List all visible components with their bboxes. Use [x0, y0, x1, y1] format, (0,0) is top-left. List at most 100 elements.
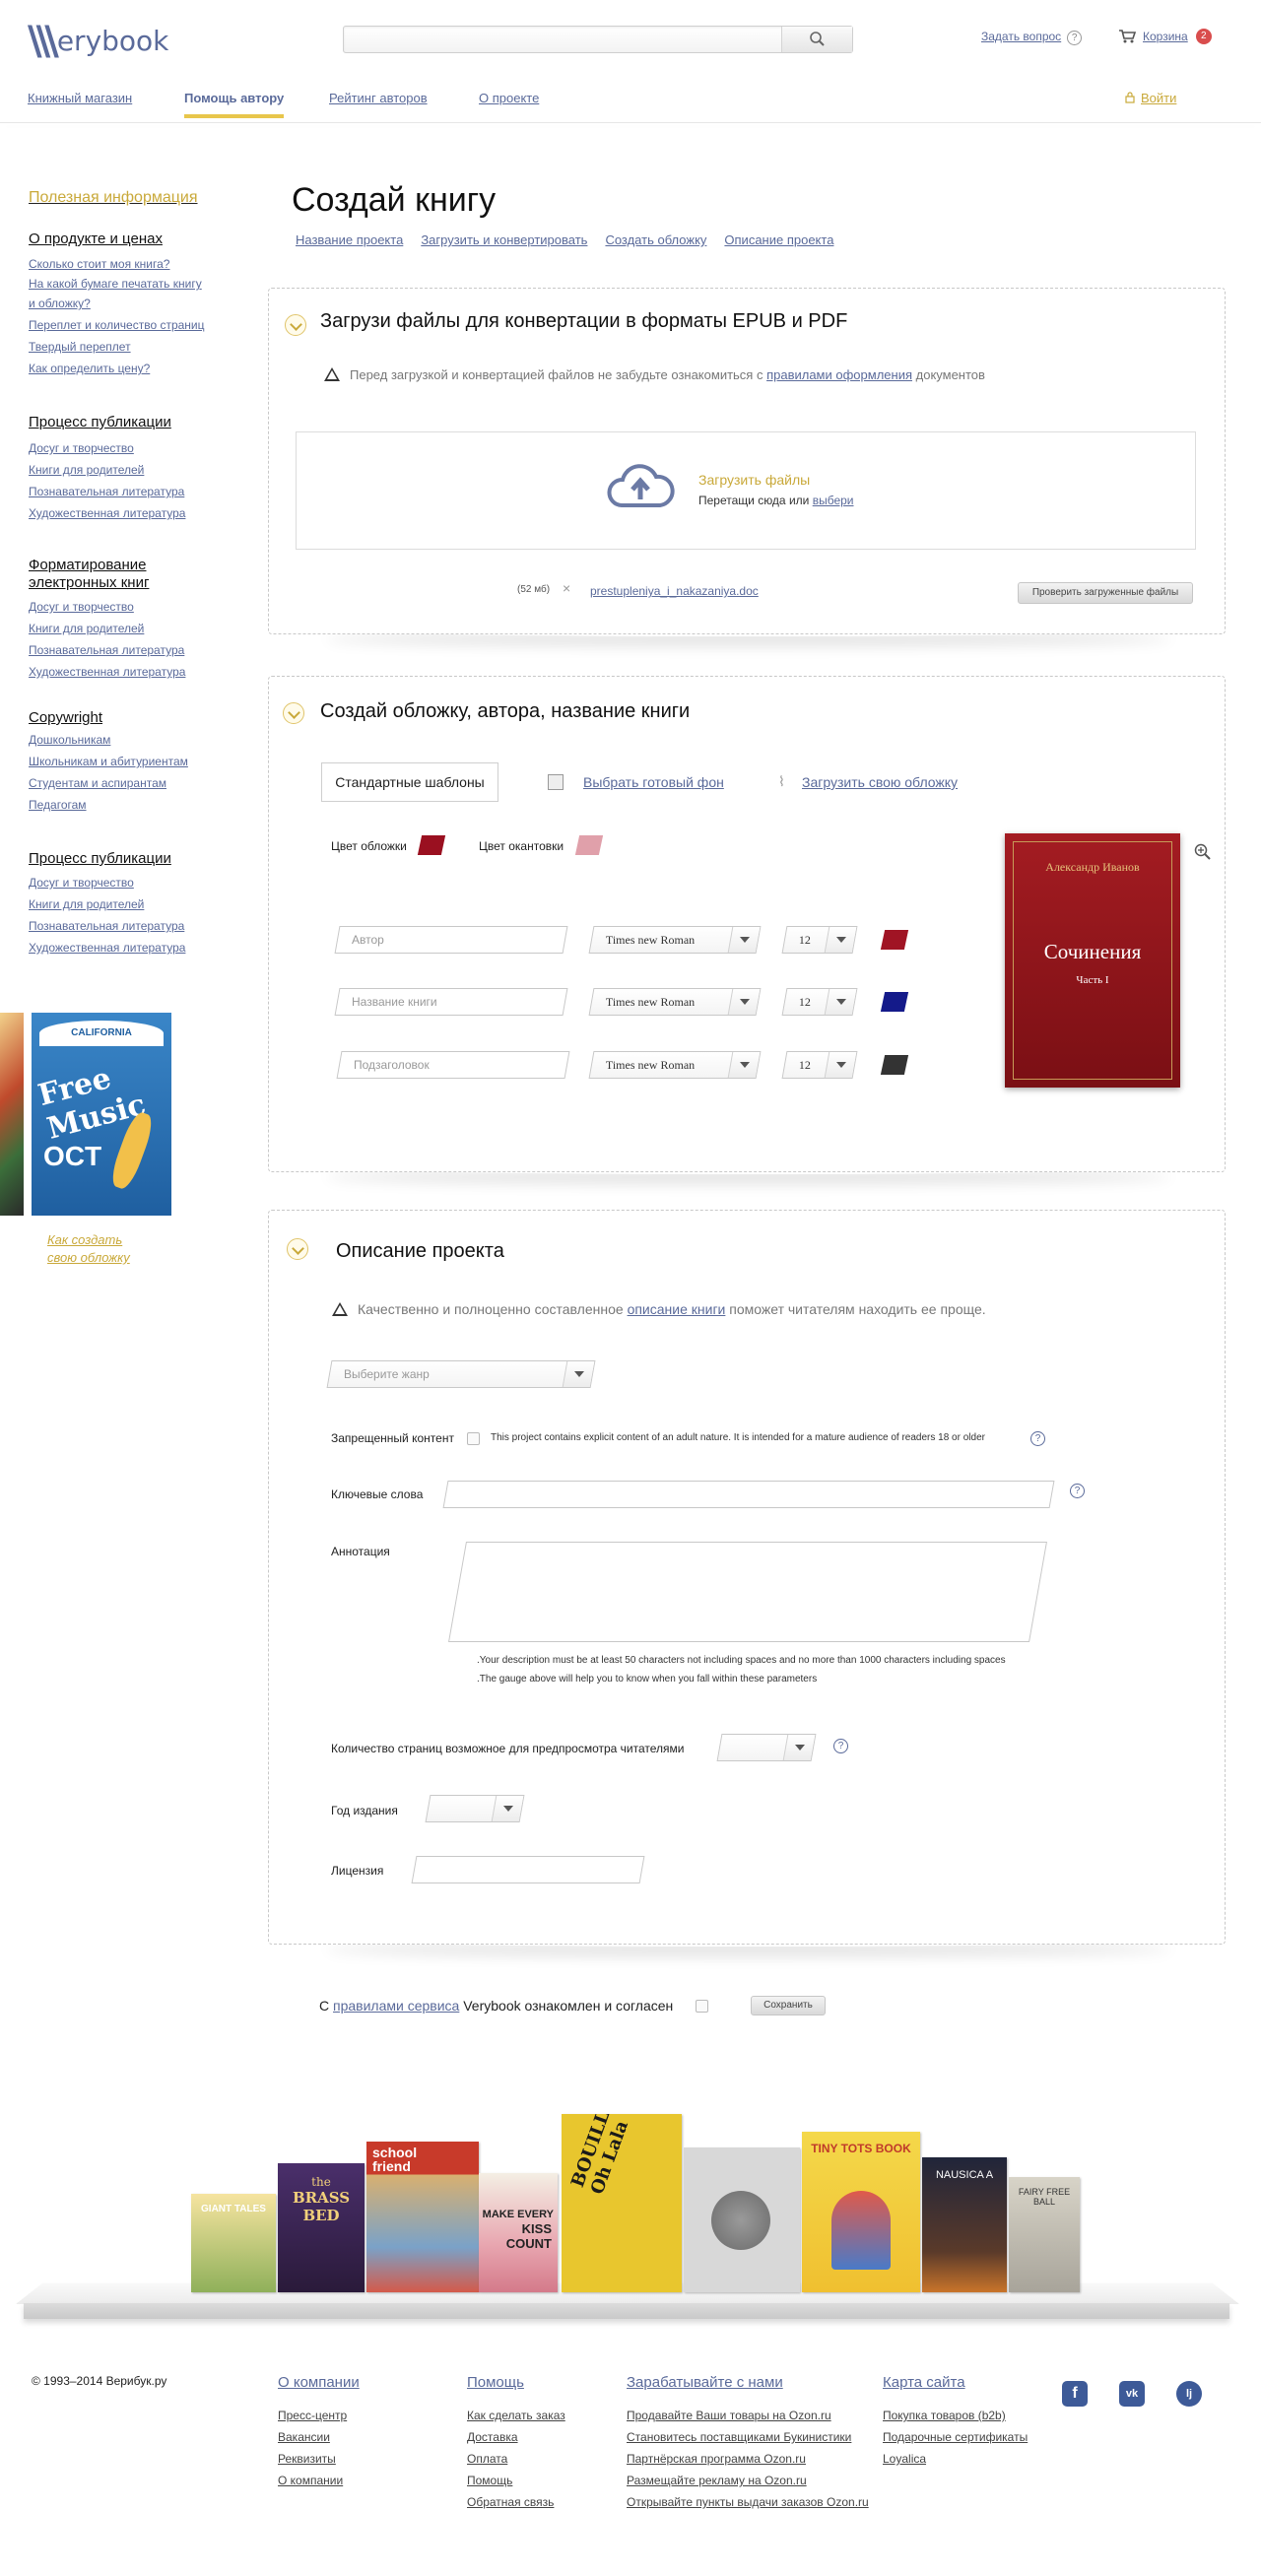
adult-content-checkbox[interactable]	[467, 1432, 480, 1445]
sidebar-link[interactable]: Как определить цену?	[29, 359, 226, 378]
footer-link[interactable]: Как сделать заказ	[467, 2405, 565, 2426]
footer-link[interactable]: Обратная связь	[467, 2491, 565, 2513]
chevron-down-icon[interactable]	[562, 1361, 595, 1387]
nav-bookstore[interactable]: Книжный магазин	[28, 91, 132, 114]
logo[interactable]: \\\ erybook	[28, 22, 168, 61]
sidebar-link[interactable]: Художественная литература	[29, 502, 226, 524]
livejournal-icon[interactable]: lj	[1176, 2381, 1202, 2407]
sidebar-link[interactable]: и обложку?	[29, 294, 226, 313]
title-size-select[interactable]: 12	[781, 988, 858, 1016]
choose-file-link[interactable]: выбери	[813, 494, 854, 507]
book-cover[interactable]: school friend	[366, 2142, 479, 2292]
vk-icon[interactable]: vk	[1119, 2381, 1145, 2407]
upload-title[interactable]: Загрузить файлы	[698, 472, 810, 488]
step-link[interactable]: Создать обложку	[605, 232, 706, 247]
subtitle-size-select[interactable]: 12	[781, 1051, 858, 1079]
tab-upload-cover[interactable]: Загрузить свою обложку	[802, 774, 958, 790]
license-input[interactable]	[411, 1856, 645, 1883]
save-button[interactable]: Сохранить	[751, 1996, 826, 2015]
tab-choose-background[interactable]: Выбрать готовый фон	[583, 774, 724, 790]
sidebar-link[interactable]: Твердый переплет	[29, 337, 226, 357]
chevron-down-icon[interactable]	[727, 989, 761, 1015]
title-color-swatch[interactable]	[880, 992, 909, 1012]
sidebar-cover-poster[interactable]: CALIFORNIA Free Music OCT	[32, 1013, 171, 1216]
keywords-input[interactable]	[442, 1481, 1055, 1508]
collapse-chevron-icon[interactable]	[283, 702, 304, 724]
author-size-select[interactable]: 12	[781, 926, 858, 954]
sidebar-link[interactable]: Переплет и количество страниц	[29, 315, 226, 335]
footer-link[interactable]: Партнёрская программа Ozon.ru	[627, 2448, 869, 2470]
footer-link[interactable]: Помощь	[467, 2470, 565, 2491]
footer-heading[interactable]: Помощь	[467, 2374, 565, 2391]
footer-heading[interactable]: Зарабатывайте с нами	[627, 2374, 869, 2391]
service-rules-link[interactable]: правилами сервиса	[333, 1998, 459, 2014]
search-input[interactable]	[343, 26, 853, 53]
footer-heading[interactable]: Карта сайта	[883, 2374, 1028, 2391]
book-cover[interactable]	[684, 2147, 800, 2292]
ask-question-label[interactable]: Задать вопрос	[981, 30, 1061, 43]
formatting-rules-link[interactable]: правилами оформления	[766, 367, 912, 382]
sidebar-link[interactable]: Познавательная литература	[29, 481, 226, 502]
cart-link[interactable]: Корзина 2	[1119, 29, 1212, 44]
subtitle-color-swatch[interactable]	[880, 1055, 909, 1075]
sidebar-link[interactable]: Художественная литература	[29, 937, 226, 958]
footer-link[interactable]: Доставка	[467, 2426, 565, 2448]
subtitle-font-select[interactable]: Times new Roman	[588, 1051, 762, 1079]
sidebar-link[interactable]: Книги для родителей	[29, 459, 226, 481]
cart-label[interactable]: Корзина	[1143, 30, 1188, 43]
sidebar-heading[interactable]: О продукте и ценах	[29, 231, 226, 248]
sidebar-link[interactable]: Книги для родителей	[29, 893, 226, 915]
sidebar-link[interactable]: Сколько стоит моя книга?	[29, 254, 226, 274]
sidebar-link[interactable]: Досуг и творчество	[29, 437, 226, 459]
book-cover[interactable]: MAKE EVERY KISS COUNT	[479, 2173, 558, 2292]
footer-link[interactable]: Подарочные сертификаты	[883, 2426, 1028, 2448]
cover-color-swatch[interactable]	[417, 835, 446, 855]
help-icon[interactable]: ?	[833, 1739, 848, 1753]
nav-author-rating[interactable]: Рейтинг авторов	[329, 91, 428, 114]
footer-link[interactable]: Становитесь поставщиками Букинистики	[627, 2426, 869, 2448]
book-cover[interactable]: TINY TOTS BOOK	[802, 2132, 920, 2292]
book-cover[interactable]: the BRASS BED	[278, 2163, 365, 2292]
book-title-input[interactable]: Название книги	[334, 988, 568, 1016]
footer-link[interactable]: Пресс-центр	[278, 2405, 360, 2426]
uploaded-file-link[interactable]: prestupleniya_i_nakazaniya.doc	[590, 584, 759, 598]
remove-file-icon[interactable]: ×	[563, 580, 570, 596]
tab-standard-templates[interactable]: Стандартные шаблоны	[321, 762, 498, 802]
nav-author-help[interactable]: Помощь автору	[184, 91, 285, 118]
sidebar-link[interactable]: Познавательная литература	[29, 639, 226, 661]
book-cover[interactable]: GIANT TALES	[191, 2194, 276, 2292]
chevron-down-icon[interactable]	[727, 927, 761, 953]
sidebar-link[interactable]: На какой бумаге печатать книгу	[29, 274, 226, 294]
howto-line-1[interactable]: Как создать	[47, 1231, 130, 1249]
nav-about[interactable]: О проекте	[479, 91, 539, 114]
book-cover[interactable]: NAUSICA A	[922, 2157, 1007, 2292]
book-description-link[interactable]: описание книги	[628, 1301, 726, 1317]
sidebar-cover-fragment[interactable]	[0, 1013, 24, 1216]
chevron-down-icon[interactable]	[782, 1735, 816, 1760]
book-cover[interactable]: BOUILLON! Oh Lala	[562, 2114, 682, 2292]
howto-cover-link[interactable]: Как создать свою обложку	[47, 1231, 130, 1267]
footer-link[interactable]: Loyalica	[883, 2448, 1028, 2470]
login-link[interactable]: Войти	[1125, 91, 1176, 105]
step-link[interactable]: Название проекта	[296, 232, 403, 247]
chevron-down-icon[interactable]	[824, 927, 857, 953]
sidebar-link[interactable]: Познавательная литература	[29, 915, 226, 937]
title-font-select[interactable]: Times new Roman	[588, 988, 762, 1016]
footer-link[interactable]: О компании	[278, 2470, 360, 2491]
annotation-textarea[interactable]	[448, 1542, 1047, 1642]
year-select[interactable]	[425, 1795, 525, 1822]
footer-link[interactable]: Размещайте рекламу на Ozon.ru	[627, 2470, 869, 2491]
footer-link[interactable]: Покупка товаров (b2b)	[883, 2405, 1028, 2426]
collapse-chevron-icon[interactable]	[285, 314, 306, 336]
help-icon[interactable]: ?	[1070, 1484, 1085, 1498]
footer-link[interactable]: Вакансии	[278, 2426, 360, 2448]
footer-link[interactable]: Оплата	[467, 2448, 565, 2470]
sidebar-link[interactable]: Досуг и творчество	[29, 596, 226, 618]
question-icon[interactable]: ?	[1067, 31, 1083, 45]
howto-line-2[interactable]: свою обложку	[47, 1249, 130, 1267]
chevron-down-icon[interactable]	[824, 1052, 857, 1078]
chevron-down-icon[interactable]	[491, 1796, 524, 1821]
collapse-chevron-icon[interactable]	[287, 1238, 308, 1260]
sidebar-link[interactable]: Досуг и творчество	[29, 872, 226, 893]
ask-question-link[interactable]: Задать вопрос?	[981, 30, 1083, 45]
